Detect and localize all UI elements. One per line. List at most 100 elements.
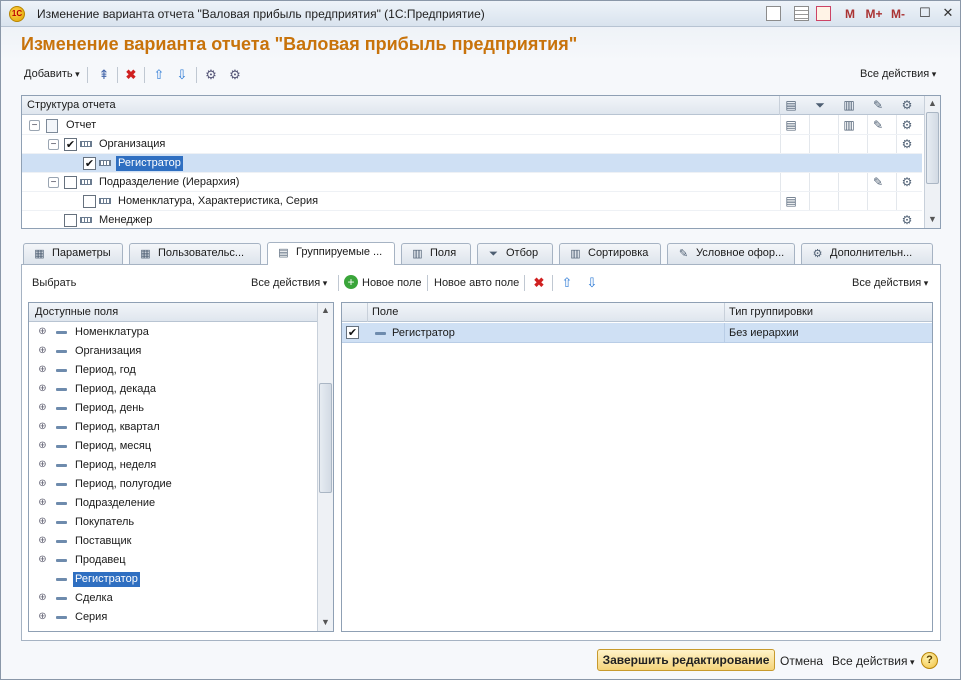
checkbox[interactable] xyxy=(83,195,96,208)
expand-icon[interactable]: ⊕ xyxy=(38,536,47,546)
move-down-icon[interactable]: ⇩ xyxy=(584,275,600,291)
fields-icon[interactable]: ▤ xyxy=(783,118,799,133)
list-item[interactable]: ⊕ Подразделение xyxy=(29,494,317,513)
list-scrollbar[interactable]: ▲ ▼ xyxy=(317,303,333,631)
sort-header-icon[interactable]: ▥ xyxy=(841,98,857,113)
memory-plus-button[interactable]: M+ xyxy=(864,5,884,23)
grouping-fields-grid[interactable]: Поле Тип группировки ✔ Регистратор Без и… xyxy=(341,302,933,632)
list-item[interactable]: ⊕ Покупатель xyxy=(29,513,317,532)
expand-icon[interactable]: ⊕ xyxy=(38,346,47,356)
tree-row-report[interactable]: − Отчет ▤ ▥ ✎ xyxy=(22,116,922,135)
list-item[interactable]: ⊕ Период, квартал xyxy=(29,418,317,437)
expand-icon[interactable]: ⊕ xyxy=(38,441,47,451)
add-field-icon[interactable]: + xyxy=(344,275,358,289)
checkbox[interactable]: ✔ xyxy=(83,157,96,170)
report-structure-tree[interactable]: Структура отчета ▤ ⏷ ▥ ✎ − Отчет ▤ ▥ ✎ −… xyxy=(21,95,941,229)
checkbox[interactable] xyxy=(64,176,77,189)
memory-button[interactable]: M xyxy=(843,5,857,23)
settings-header-icon[interactable] xyxy=(899,98,915,113)
tab-additional[interactable]: Дополнительн... xyxy=(801,243,933,264)
tab-user[interactable]: ▦ Пользовательс... xyxy=(129,243,261,264)
calendar-icon[interactable] xyxy=(816,6,831,21)
expand-icon[interactable]: ⊕ xyxy=(38,384,47,394)
expand-icon[interactable]: ⊕ xyxy=(38,422,47,432)
move-up-icon[interactable]: ⇧ xyxy=(559,275,575,291)
list-item[interactable]: ⊕ Период, месяц xyxy=(29,437,317,456)
scroll-down-icon[interactable]: ▼ xyxy=(925,212,940,227)
scroll-up-icon[interactable]: ▲ xyxy=(925,96,940,111)
list-item[interactable]: ⊕ Серия xyxy=(29,608,317,627)
tree-row-manager[interactable]: Менеджер xyxy=(22,211,922,230)
new-auto-field-button[interactable]: Новое авто поле xyxy=(434,277,519,289)
expand-icon[interactable]: ⊕ xyxy=(38,479,47,489)
list-item[interactable]: ⊕ Период, день xyxy=(29,399,317,418)
expand-icon[interactable]: ⊕ xyxy=(38,327,47,337)
expand-icon[interactable]: ⊕ xyxy=(38,555,47,565)
tab-grouping[interactable]: ▤ Группируемые ... xyxy=(267,242,395,265)
tab-fields[interactable]: ▥ Поля xyxy=(401,243,471,264)
use-checkbox[interactable]: ✔ xyxy=(346,326,359,339)
column-header-field[interactable]: Поле xyxy=(372,306,398,318)
collapse-icon[interactable]: − xyxy=(29,120,40,131)
list-item[interactable]: ⊕ Номенклатура xyxy=(29,323,317,342)
list-item[interactable]: ⊕ Продавец xyxy=(29,551,317,570)
cancel-button[interactable]: Отмена xyxy=(780,654,823,668)
fields-header-icon[interactable]: ▤ xyxy=(783,98,799,113)
collapse-icon[interactable]: − xyxy=(48,177,59,188)
sort-icon[interactable]: ▥ xyxy=(841,118,857,133)
list-item[interactable]: ⊕ Сделка xyxy=(29,589,317,608)
expand-icon[interactable]: ⊕ xyxy=(38,593,47,603)
fields-icon[interactable]: ▤ xyxy=(783,194,799,209)
app-logo-icon[interactable]: 1С xyxy=(9,6,25,22)
finish-editing-button[interactable]: Завершить редактирование xyxy=(597,649,775,671)
table-row[interactable]: ✔ Регистратор Без иерархии xyxy=(342,323,932,343)
settings-icon[interactable] xyxy=(899,137,915,152)
scroll-thumb[interactable] xyxy=(319,383,332,493)
brush-icon[interactable]: ✎ xyxy=(870,118,886,133)
select-button[interactable]: Выбрать xyxy=(32,277,76,289)
tab-sort[interactable]: ▥ Сортировка xyxy=(559,243,661,264)
list-item[interactable]: ⊕ Поставщик xyxy=(29,532,317,551)
list-item[interactable]: ⊕ Период, декада xyxy=(29,380,317,399)
settings-icon[interactable] xyxy=(899,118,915,133)
add-button[interactable]: Добавить xyxy=(24,68,80,80)
tree-scrollbar[interactable]: ▲ ▼ xyxy=(924,96,940,228)
available-fields-list[interactable]: Доступные поля ⊕ Номенклатура ⊕ Организация… xyxy=(28,302,334,632)
delete-icon[interactable]: ✖ xyxy=(123,67,139,83)
right-all-actions-button[interactable]: Все действия xyxy=(852,277,928,289)
tree-row-organization[interactable]: − ✔ Организация xyxy=(22,135,922,154)
scroll-thumb[interactable] xyxy=(926,112,939,184)
move-up-icon[interactable]: ⇧ xyxy=(151,67,167,83)
tree-row-registrar[interactable]: ✔ Регистратор xyxy=(22,154,922,173)
memory-minus-button[interactable]: M- xyxy=(888,5,908,23)
settings-icon[interactable] xyxy=(899,213,915,228)
list-item[interactable]: Регистратор xyxy=(29,570,317,589)
scroll-up-icon[interactable]: ▲ xyxy=(318,303,333,318)
maximize-icon[interactable]: ☐ xyxy=(916,4,934,22)
collapse-icon[interactable]: − xyxy=(48,139,59,150)
cell-group-type[interactable]: Без иерархии xyxy=(729,327,798,339)
expand-icon[interactable]: ⊕ xyxy=(38,517,47,527)
delete-field-icon[interactable]: ✖ xyxy=(531,275,547,291)
expand-icon[interactable]: ⊕ xyxy=(38,460,47,470)
list-item[interactable]: ⊕ Период, неделя xyxy=(29,456,317,475)
calculator-icon[interactable] xyxy=(794,6,809,21)
list-item[interactable]: ⊕ Период, полугодие xyxy=(29,475,317,494)
filter-header-icon[interactable]: ⏷ xyxy=(812,98,828,113)
list-item[interactable]: ⊕ Период, год xyxy=(29,361,317,380)
close-icon[interactable]: ✕ xyxy=(939,4,957,22)
checkbox[interactable]: ✔ xyxy=(64,138,77,151)
link-icon[interactable] xyxy=(766,6,781,21)
expand-icon[interactable]: ⊕ xyxy=(38,498,47,508)
tree-row-nomenclature[interactable]: Номенклатура, Характеристика, Серия ▤ xyxy=(22,192,922,211)
all-actions-button[interactable]: Все действия xyxy=(860,68,936,80)
group-icon[interactable]: ⇞ xyxy=(96,67,112,83)
expand-icon[interactable]: ⊕ xyxy=(38,403,47,413)
tab-parameters[interactable]: ▦ Параметры xyxy=(23,243,123,264)
left-all-actions-button[interactable]: Все действия xyxy=(251,277,327,289)
checkbox[interactable] xyxy=(64,214,77,227)
scroll-down-icon[interactable]: ▼ xyxy=(318,615,333,630)
settings-icon[interactable] xyxy=(899,175,915,190)
footer-all-actions-button[interactable]: Все действия xyxy=(832,654,915,668)
settings-add-icon[interactable] xyxy=(203,67,219,83)
